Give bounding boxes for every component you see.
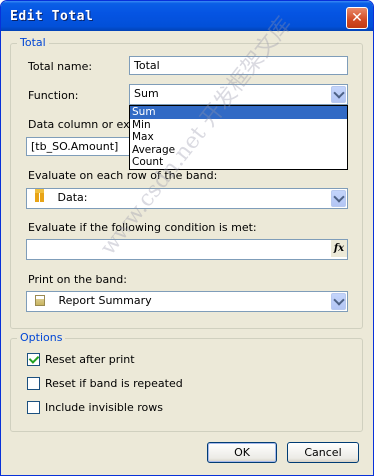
evaluate-band-label: Evaluate on each row of the band: (28, 169, 218, 182)
function-dropdown-button[interactable] (331, 86, 346, 103)
evaluate-band-dropdown-button[interactable] (331, 190, 346, 207)
print-band-select[interactable]: Report Summary (26, 291, 348, 312)
print-band-label: Print on the band: (28, 273, 127, 286)
data-column-input[interactable]: [tb_SO.Amount] (26, 137, 130, 156)
evaluate-band-select[interactable]: Data: (26, 188, 348, 209)
condition-label: Evaluate if the following condition is m… (28, 221, 257, 234)
ok-button[interactable]: OK (207, 442, 277, 463)
edit-total-dialog: Edit Total ✕ Total Total name: Total Fun… (0, 0, 374, 476)
check-icon (28, 353, 40, 364)
reset-if-repeated-label: Reset if band is repeated (45, 377, 183, 390)
function-option[interactable]: Min (130, 119, 347, 132)
total-group-label: Total (17, 36, 49, 49)
cancel-button[interactable]: Cancel (287, 442, 359, 463)
report-summary-icon (35, 295, 45, 306)
function-label: Function: (28, 89, 79, 102)
chevron-down-icon (332, 191, 345, 203)
function-option[interactable]: Average (130, 144, 347, 157)
data-band-icon (35, 189, 44, 202)
condition-input[interactable] (26, 239, 348, 260)
dialog-title: Edit Total (10, 9, 94, 24)
close-button[interactable]: ✕ (346, 7, 368, 29)
reset-if-repeated-checkbox[interactable] (27, 377, 40, 390)
function-option[interactable]: Max (130, 131, 347, 144)
fx-icon: fx (333, 243, 345, 254)
chevron-down-icon (332, 87, 345, 99)
function-select[interactable]: Sum (129, 84, 348, 105)
chevron-down-icon (332, 294, 345, 306)
print-band-dropdown-button[interactable] (331, 293, 346, 310)
function-option[interactable]: Sum (130, 106, 347, 119)
title-bar[interactable]: Edit Total ✕ (1, 1, 373, 31)
evaluate-band-value: Data: (57, 191, 88, 204)
expression-editor-button[interactable]: fx (331, 240, 347, 257)
reset-after-print-checkbox[interactable] (27, 353, 40, 366)
reset-after-print-label: Reset after print (45, 353, 135, 366)
function-option[interactable]: Count (130, 156, 347, 169)
include-invisible-label: Include invisible rows (45, 401, 163, 414)
function-dropdown-list: Sum Min Max Average Count (129, 105, 348, 170)
print-band-value: Report Summary (58, 294, 152, 307)
options-group-label: Options (17, 331, 66, 344)
include-invisible-checkbox[interactable] (27, 401, 40, 414)
close-icon: ✕ (351, 10, 363, 26)
total-name-input[interactable]: Total (129, 56, 348, 75)
function-selected-value: Sum (134, 87, 159, 100)
total-name-label: Total name: (28, 60, 93, 73)
